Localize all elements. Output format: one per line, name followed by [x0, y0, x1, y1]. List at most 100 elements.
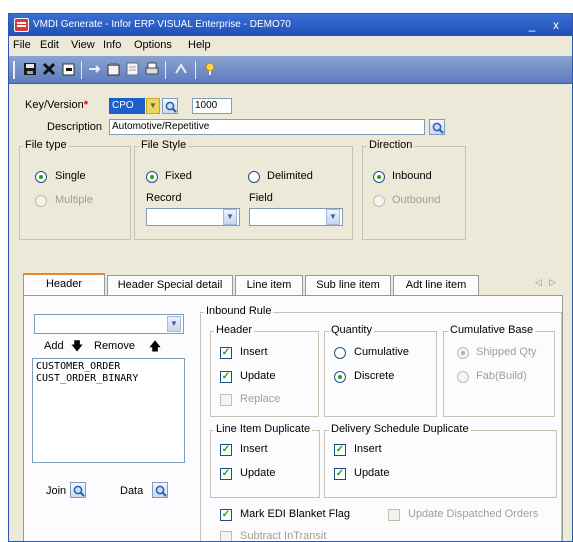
fab-build-radio[interactable] — [457, 371, 469, 383]
help-icon[interactable] — [202, 61, 218, 77]
form-content: Key/Version* CPO ▼ 1000 Description Auto… — [9, 84, 572, 542]
line-item-duplicate-group — [210, 430, 320, 498]
add-label: Add — [44, 340, 64, 352]
delete-icon[interactable] — [41, 61, 57, 77]
search-icon — [432, 122, 444, 134]
version-field[interactable]: 1000 — [192, 98, 232, 114]
toolbar-separator — [81, 61, 82, 79]
join-label: Join — [46, 485, 67, 497]
menu-options[interactable]: Options — [134, 39, 172, 51]
search-icon — [155, 485, 167, 497]
line-insert-checkbox[interactable]: ✓ — [220, 444, 232, 456]
description-search-button[interactable] — [429, 119, 445, 135]
tab-scroll-left-icon[interactable]: ◁ — [535, 277, 542, 288]
header-insert-label: Insert — [240, 346, 268, 358]
field-select[interactable]: ▼ — [249, 208, 343, 226]
header-replace-checkbox[interactable] — [220, 394, 232, 406]
file-style-title: File Style — [139, 139, 189, 151]
data-search-button[interactable] — [152, 482, 168, 498]
properties-icon[interactable] — [106, 61, 122, 77]
join-search-button[interactable] — [70, 482, 86, 498]
key-field[interactable]: CPO — [109, 98, 145, 114]
list-item[interactable]: CUSTOMER_ORDER — [36, 361, 181, 373]
outbound-label: Outbound — [392, 194, 441, 206]
mark-edi-blanket-label: Mark EDI Blanket Flag — [240, 508, 351, 520]
remove-label: Remove — [94, 340, 135, 352]
key-search-button[interactable] — [162, 98, 178, 114]
inbound-label: Inbound — [392, 170, 432, 182]
save-icon[interactable] — [22, 61, 38, 77]
delivery-schedule-duplicate-title: Delivery Schedule Duplicate — [329, 423, 471, 435]
app-icon — [14, 18, 29, 32]
tab-header-special-detail[interactable]: Header Special detail — [107, 275, 233, 295]
shipped-qty-label: Shipped Qty — [476, 346, 537, 358]
add-down-arrow-icon[interactable]: 🡇 — [70, 339, 84, 353]
rule-header-title: Header — [214, 324, 255, 336]
tab-strip: Header Header Special detail Line item S… — [23, 273, 563, 296]
tab-adt-line-item[interactable]: Adt line item — [393, 275, 479, 295]
inbound-radio[interactable] — [373, 171, 385, 183]
menu-file[interactable]: File — [13, 39, 31, 51]
header-update-checkbox[interactable]: ✓ — [220, 371, 232, 383]
update-dispatched-label: Update Dispatched Orders — [408, 508, 539, 520]
minimize-button[interactable]: _ — [523, 16, 541, 34]
delimited-label: Delimited — [267, 170, 313, 182]
app-window: VMDI Generate - Infor ERP VISUAL Enterpr… — [8, 13, 573, 542]
table-listbox[interactable]: CUSTOMER_ORDER CUST_ORDER_BINARY — [32, 358, 185, 463]
discrete-label: Discrete — [354, 370, 395, 382]
remove-up-arrow-icon[interactable]: 🡅 — [148, 339, 162, 353]
delimited-radio[interactable] — [248, 171, 260, 183]
new-icon[interactable] — [61, 61, 77, 77]
update-dispatched-checkbox[interactable] — [388, 509, 400, 521]
menu-info[interactable]: Info — [103, 39, 121, 51]
delivery-update-checkbox[interactable]: ✓ — [334, 468, 346, 480]
top-strip — [0, 0, 573, 13]
list-item[interactable]: CUST_ORDER_BINARY — [36, 373, 181, 385]
tab-header[interactable]: Header — [23, 273, 105, 296]
file-type-title: File type — [23, 139, 69, 151]
chevron-down-icon: ▼ — [223, 209, 237, 225]
delivery-insert-checkbox[interactable]: ✓ — [334, 444, 346, 456]
header-insert-checkbox[interactable]: ✓ — [220, 347, 232, 359]
single-radio[interactable] — [35, 171, 47, 183]
title-bar: VMDI Generate - Infor ERP VISUAL Enterpr… — [9, 14, 572, 36]
print-icon[interactable] — [144, 61, 160, 77]
key-version-label: Key/Version* — [25, 99, 88, 111]
field-label: Field — [249, 192, 273, 204]
description-field[interactable]: Automotive/Repetitive — [109, 119, 425, 135]
chevron-down-icon: ▼ — [149, 101, 157, 110]
quantity-title: Quantity — [329, 324, 374, 336]
single-label: Single — [55, 170, 86, 182]
record-select[interactable]: ▼ — [146, 208, 240, 226]
subtract-in-transit-label: Subtract InTransit — [240, 530, 327, 542]
toolbar-separator — [165, 61, 166, 79]
toolbar — [9, 56, 572, 84]
chevron-down-icon: ▼ — [326, 209, 340, 225]
delivery-update-label: Update — [354, 467, 390, 479]
menu-help[interactable]: Help — [188, 39, 211, 51]
tile-icon[interactable] — [173, 61, 189, 77]
multiple-radio[interactable] — [35, 195, 47, 207]
tab-sub-line-item[interactable]: Sub line item — [305, 275, 391, 295]
subtract-in-transit-checkbox[interactable] — [220, 531, 232, 541]
delivery-schedule-duplicate-group — [324, 430, 557, 498]
menu-edit[interactable]: Edit — [40, 39, 59, 51]
toolbar-grip — [13, 61, 16, 79]
cumulative-radio[interactable] — [334, 347, 346, 359]
close-button[interactable]: x — [547, 16, 565, 34]
table-select[interactable]: ▼ — [34, 314, 184, 334]
fixed-radio[interactable] — [146, 171, 158, 183]
arrow-icon[interactable] — [87, 61, 103, 77]
discrete-radio[interactable] — [334, 371, 346, 383]
file-type-group — [19, 146, 131, 240]
search-icon — [73, 485, 85, 497]
preview-icon[interactable] — [125, 61, 141, 77]
tab-line-item[interactable]: Line item — [235, 275, 303, 295]
tab-scroll-right-icon[interactable]: ▷ — [549, 277, 556, 288]
key-dropdown-button[interactable]: ▼ — [146, 98, 160, 114]
shipped-qty-radio[interactable] — [457, 347, 469, 359]
menu-view[interactable]: View — [71, 39, 95, 51]
mark-edi-blanket-checkbox[interactable]: ✓ — [220, 509, 232, 521]
outbound-radio[interactable] — [373, 195, 385, 207]
line-update-checkbox[interactable]: ✓ — [220, 468, 232, 480]
